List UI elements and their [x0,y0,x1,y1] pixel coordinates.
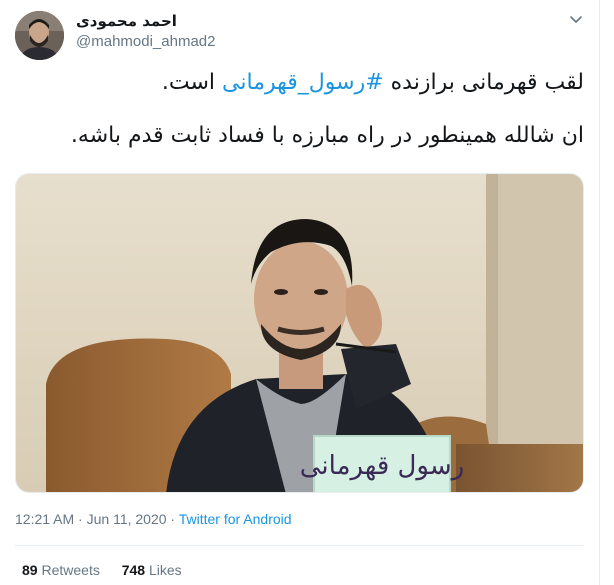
tweet-line-2: ان شالله همینطور در راه مبارزه با فساد ث… [70,123,584,148]
tweet-text-suffix: است. [161,70,223,95]
tweet-text: لقب قهرمانی برازنده #رسول_قهرمانی است. ا… [14,68,584,150]
nameplate-text: رسول قهرمانی [300,451,464,481]
tweet-date[interactable]: Jun 11, 2020 [87,511,167,527]
tweet-line-1: لقب قهرمانی برازنده #رسول_قهرمانی است. [14,68,584,97]
meta-separator: · [166,511,179,527]
retweets-count: 89 [22,562,38,578]
likes-count: 748 [121,562,146,578]
username[interactable]: @mahmodi_ahmad2 [76,33,215,50]
chevron-down-icon[interactable] [566,9,586,29]
avatar[interactable] [15,11,64,60]
tweet-time[interactable]: 12:21 AM [15,511,74,527]
tweet-source-link[interactable]: Twitter for Android [179,511,292,527]
display-name[interactable]: احمد محمودی [76,12,177,30]
retweets-stat[interactable]: 89 Retweets [22,562,100,578]
hashtag-link[interactable]: #رسول_قهرمانی [222,70,384,95]
divider [15,545,584,546]
tweet-stats: 89 Retweets 748 Likes [22,562,200,578]
tweet-photo[interactable]: رسول قهرمانی [15,173,584,493]
tweet-text-prefix: لقب قهرمانی برازنده [383,70,584,95]
tweet-metadata: 12:21 AM · Jun 11, 2020 · Twitter for An… [15,511,292,527]
tweet-card: احمد محمودی @mahmodi_ahmad2 لقب قهرمانی … [0,0,600,585]
meta-separator: · [74,511,87,527]
retweets-label: Retweets [41,562,100,578]
likes-stat[interactable]: 748 Likes [122,562,182,578]
likes-label: Likes [148,562,182,578]
